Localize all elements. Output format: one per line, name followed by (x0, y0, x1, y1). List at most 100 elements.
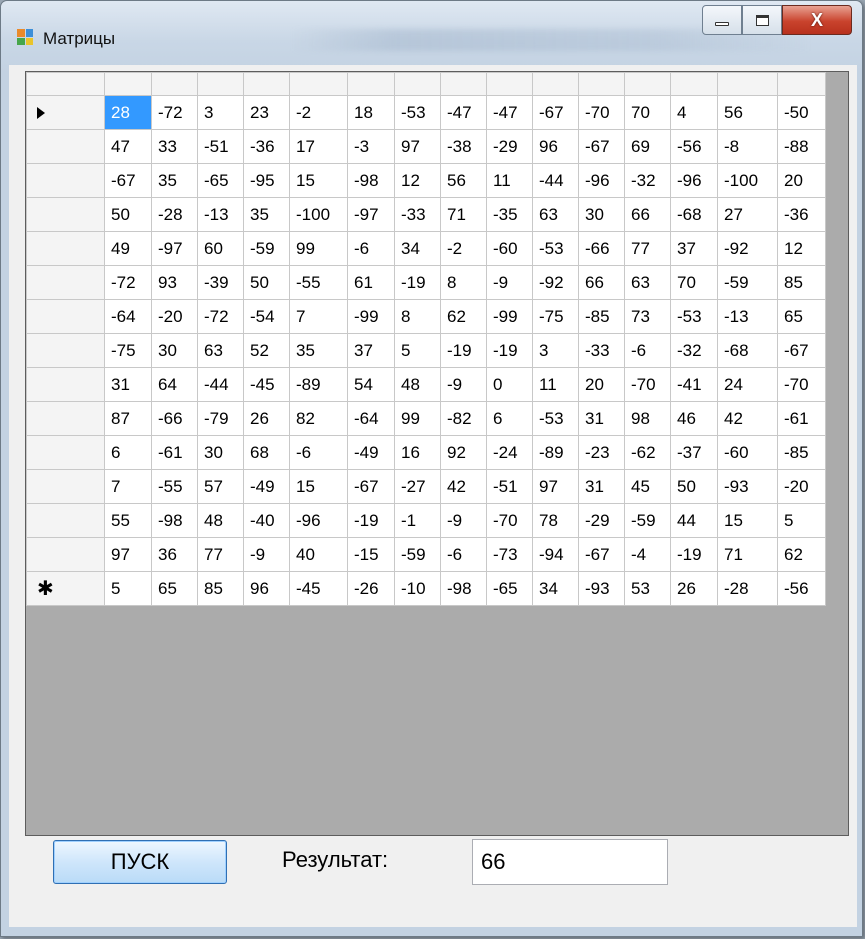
grid-cell[interactable]: -67 (347, 469, 395, 504)
grid-cell[interactable]: 35 (289, 333, 348, 368)
table-row[interactable]: 31 64 -44 -45 -89 54 48 -9 0 11 20 -70 -41 24 -70 (26, 367, 826, 402)
grid-cell[interactable]: 5 (104, 571, 152, 606)
grid-cell[interactable]: -37 (670, 435, 718, 470)
row-header-cell[interactable] (26, 469, 105, 504)
grid-cell[interactable]: 77 (624, 231, 671, 266)
grid-cell[interactable]: -85 (777, 435, 826, 470)
table-row[interactable]: -67 35 -65 -95 15 -98 12 56 11 -44 -96 -32 -96 -100 20 (26, 163, 826, 198)
grid-cell[interactable]: -67 (777, 333, 826, 368)
grid-cell[interactable]: 93 (151, 265, 198, 300)
grid-cell[interactable]: 97 (532, 469, 579, 504)
grid-cell[interactable]: 11 (486, 163, 533, 198)
grid-cell[interactable]: -53 (670, 299, 718, 334)
grid-cell[interactable]: -67 (578, 537, 625, 572)
grid-cell[interactable]: -24 (486, 435, 533, 470)
grid-cell[interactable]: -6 (440, 537, 487, 572)
grid-cell[interactable]: -99 (486, 299, 533, 334)
grid-cell[interactable]: -47 (486, 95, 533, 130)
grid-cell[interactable]: 12 (777, 231, 826, 266)
grid-cell[interactable]: -70 (578, 95, 625, 130)
grid-cell[interactable]: 18 (347, 95, 395, 130)
column-header-cell[interactable] (440, 72, 487, 96)
grid-cell[interactable]: -56 (670, 129, 718, 164)
grid-cell[interactable]: 36 (151, 537, 198, 572)
grid-cell[interactable]: -1 (394, 503, 441, 538)
row-header-cell[interactable] (26, 333, 105, 368)
grid-cell[interactable]: -92 (532, 265, 579, 300)
grid-cell[interactable]: 50 (243, 265, 290, 300)
grid-cell[interactable]: 15 (717, 503, 778, 538)
grid-cell[interactable]: 66 (624, 197, 671, 232)
grid-cell[interactable]: -93 (578, 571, 625, 606)
grid-cell[interactable]: 30 (151, 333, 198, 368)
grid-cell[interactable]: 4 (670, 95, 718, 130)
grid-cell[interactable]: -67 (532, 95, 579, 130)
grid-cell[interactable]: -3 (347, 129, 395, 164)
grid-cell[interactable]: -33 (394, 197, 441, 232)
grid-cell[interactable]: 31 (578, 401, 625, 436)
grid-cell[interactable]: -94 (532, 537, 579, 572)
grid-cell[interactable]: -45 (243, 367, 290, 402)
top-left-header-cell[interactable] (26, 72, 105, 96)
new-row[interactable]: ✱ 5 65 85 96 -45 -26 -10 -98 -65 34 -93 53 26 -28 -56 (26, 571, 826, 606)
grid-cell[interactable]: -55 (289, 265, 348, 300)
grid-cell[interactable]: 53 (624, 571, 671, 606)
grid-cell[interactable]: -72 (151, 95, 198, 130)
column-header-cell[interactable] (243, 72, 290, 96)
grid-cell[interactable]: 62 (777, 537, 826, 572)
grid-cell[interactable]: 0 (486, 367, 533, 402)
row-header-cell[interactable] (26, 537, 105, 572)
grid-cell[interactable]: -27 (394, 469, 441, 504)
grid-cell[interactable]: -15 (347, 537, 395, 572)
grid-cell[interactable]: 97 (394, 129, 441, 164)
row-header-cell[interactable] (26, 231, 105, 266)
grid-cell[interactable]: -72 (104, 265, 152, 300)
grid-cell[interactable]: 56 (440, 163, 487, 198)
grid-cell[interactable]: -23 (578, 435, 625, 470)
grid-cell[interactable]: -28 (151, 197, 198, 232)
row-header-cell[interactable] (26, 197, 105, 232)
grid-cell[interactable]: -19 (670, 537, 718, 572)
grid-cell[interactable]: 69 (624, 129, 671, 164)
grid-cell[interactable]: -29 (486, 129, 533, 164)
grid-cell[interactable]: 63 (197, 333, 244, 368)
grid-cell[interactable]: 87 (104, 401, 152, 436)
grid-cell[interactable]: -89 (289, 367, 348, 402)
grid-cell[interactable]: 34 (532, 571, 579, 606)
grid-cell[interactable]: -20 (151, 299, 198, 334)
grid-cell[interactable]: -20 (777, 469, 826, 504)
grid-cell[interactable]: 85 (197, 571, 244, 606)
column-header-cell[interactable] (486, 72, 533, 96)
grid-cell[interactable]: -93 (717, 469, 778, 504)
grid-cell[interactable]: -56 (777, 571, 826, 606)
grid-cell[interactable]: -9 (440, 367, 487, 402)
grid-cell[interactable]: 48 (394, 367, 441, 402)
grid-cell[interactable]: -70 (777, 367, 826, 402)
table-row[interactable]: 6 -61 30 68 -6 -49 16 92 -24 -89 -23 -62 -37 -60 -85 (26, 435, 826, 470)
grid-cell[interactable]: -98 (347, 163, 395, 198)
grid-cell[interactable]: -28 (717, 571, 778, 606)
grid-cell[interactable]: 71 (717, 537, 778, 572)
grid-cell[interactable]: 57 (197, 469, 244, 504)
grid-cell[interactable]: 6 (104, 435, 152, 470)
title-bar[interactable]: Матрицы X (1, 1, 862, 63)
grid-cell[interactable]: -45 (289, 571, 348, 606)
grid-cell[interactable]: -70 (486, 503, 533, 538)
table-row[interactable]: 97 36 77 -9 40 -15 -59 -6 -73 -94 -67 -4 -19 71 62 (26, 537, 826, 572)
grid-cell[interactable]: 35 (243, 197, 290, 232)
grid-cell[interactable]: -29 (578, 503, 625, 538)
grid-cell[interactable]: -73 (486, 537, 533, 572)
grid-cell[interactable]: -64 (104, 299, 152, 334)
grid-cell[interactable]: -40 (243, 503, 290, 538)
grid-cell[interactable]: -8 (717, 129, 778, 164)
grid-cell[interactable]: 15 (289, 469, 348, 504)
grid-cell[interactable]: -60 (717, 435, 778, 470)
grid-cell[interactable]: 70 (670, 265, 718, 300)
table-row[interactable]: 87 -66 -79 26 82 -64 99 -82 6 -53 31 98 46 42 -61 (26, 401, 826, 436)
grid-cell[interactable]: -65 (197, 163, 244, 198)
grid-cell[interactable]: 96 (532, 129, 579, 164)
row-header-cell[interactable] (26, 95, 105, 130)
grid-cell[interactable]: 30 (578, 197, 625, 232)
grid-cell[interactable]: 35 (151, 163, 198, 198)
grid-cell[interactable]: 98 (624, 401, 671, 436)
